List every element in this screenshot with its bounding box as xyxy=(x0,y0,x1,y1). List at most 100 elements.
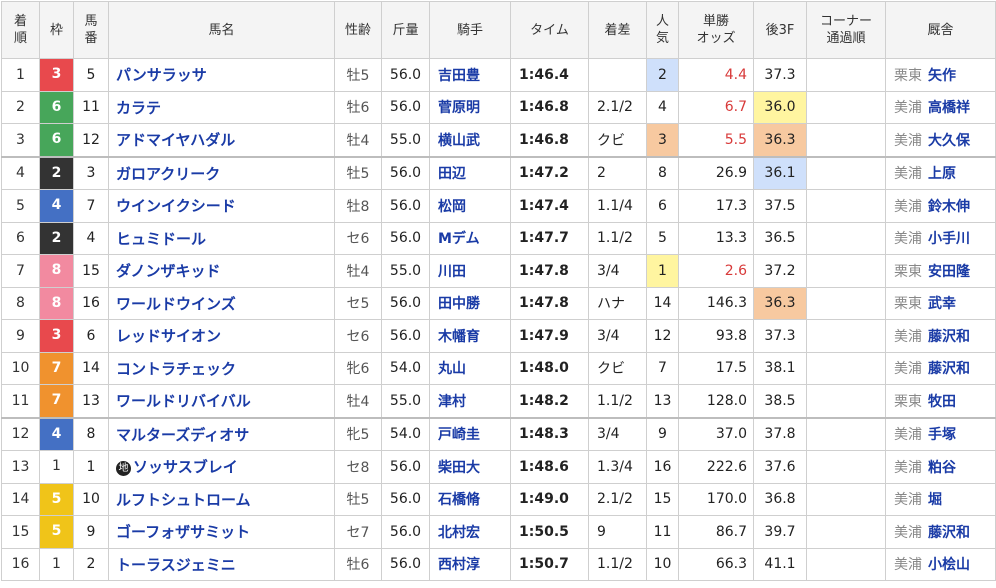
horse-name-cell: ヒュミドール xyxy=(108,221,335,255)
horse-name-link[interactable]: ワールドリバイバル xyxy=(116,392,251,410)
jockey-link[interactable]: 北村宏 xyxy=(438,525,480,541)
margin-cell: 1.1/2 xyxy=(588,221,647,255)
corner-order-cell xyxy=(806,90,886,124)
popularity-cell: 12 xyxy=(646,319,679,353)
header-corner[interactable]: コーナー 通過順 xyxy=(806,1,886,59)
trainer-link[interactable]: 矢作 xyxy=(928,68,956,84)
popularity-cell: 13 xyxy=(646,384,679,418)
horse-number-cell: 2 xyxy=(73,547,109,581)
stable-area: 美浦 xyxy=(894,459,922,476)
time-cell: 1:47.4 xyxy=(510,189,589,223)
trainer-link[interactable]: 大久保 xyxy=(928,133,970,149)
last-3f-cell: 37.8 xyxy=(753,416,807,451)
horse-name-link[interactable]: ゴーフォザサミット xyxy=(116,523,250,541)
table-row: 9 3 6 レッドサイオン セ6 56.0 木幡育 1:47.9 3/4 12 93.8 37.3 美浦… xyxy=(1,319,996,353)
horse-name-link[interactable]: ウインイクシード xyxy=(116,197,236,215)
jockey-link[interactable]: 石橋脩 xyxy=(438,492,480,508)
weight-cell: 56.0 xyxy=(381,450,430,484)
last-3f-cell: 37.5 xyxy=(753,189,807,223)
jockey-cell: Mデム xyxy=(429,221,511,255)
jockey-link[interactable]: 西村淳 xyxy=(438,557,480,573)
header-num[interactable]: 馬番 xyxy=(73,1,109,59)
jockey-link[interactable]: 菅原明 xyxy=(438,100,480,116)
trainer-link[interactable]: 粕谷 xyxy=(928,460,956,476)
jockey-cell: 川田 xyxy=(429,254,511,288)
margin-cell xyxy=(588,58,647,92)
header-sex-age[interactable]: 性齢 xyxy=(334,1,382,59)
jockey-link[interactable]: 横山武 xyxy=(438,133,480,149)
trainer-link[interactable]: 安田隆 xyxy=(928,264,970,280)
odds-cell: 66.3 xyxy=(678,547,754,581)
header-waku[interactable]: 枠 xyxy=(39,1,74,59)
jockey-cell: 田中勝 xyxy=(429,286,511,320)
trainer-link[interactable]: 武幸 xyxy=(928,296,956,312)
last-3f-cell: 38.5 xyxy=(753,384,807,418)
last-3f-cell: 36.5 xyxy=(753,221,807,255)
header-odds[interactable]: 単勝 オッズ xyxy=(678,1,754,59)
horse-name-link[interactable]: ヒュミドール xyxy=(116,230,206,248)
jockey-link[interactable]: 吉田豊 xyxy=(438,68,480,84)
horse-name-link[interactable]: レッドサイオン xyxy=(116,327,221,345)
trainer-link[interactable]: 小手川 xyxy=(928,231,970,247)
jockey-link[interactable]: 戸崎圭 xyxy=(438,427,480,443)
horse-name-link[interactable]: カラテ xyxy=(116,99,161,117)
trainer-link[interactable]: 藤沢和 xyxy=(928,361,970,377)
time-cell: 1:47.9 xyxy=(510,319,589,353)
trainer-link[interactable]: 牧田 xyxy=(928,394,956,410)
rank-cell: 4 xyxy=(1,155,40,190)
table-header: 着順 枠 馬番 馬名 性齢 斤量 騎手 タイム 着差 人気 単勝 オッズ 後3F … xyxy=(1,1,996,59)
rank-cell: 11 xyxy=(1,384,40,418)
jockey-link[interactable]: 木幡育 xyxy=(438,329,480,345)
trainer-link[interactable]: 上原 xyxy=(928,166,956,182)
horse-name-link[interactable]: ガロアクリーク xyxy=(116,165,220,183)
sex-age-cell: セ5 xyxy=(334,286,382,320)
horse-name-link[interactable]: ルフトシュトローム xyxy=(116,491,251,509)
odds-cell: 170.0 xyxy=(678,482,754,516)
stable-area: 栗東 xyxy=(894,263,922,280)
jockey-link[interactable]: 津村 xyxy=(438,394,466,410)
trainer-link[interactable]: 高橋祥 xyxy=(928,100,970,116)
trainer-cell: 美浦 藤沢和 xyxy=(885,351,996,385)
horse-name-link[interactable]: パンサラッサ xyxy=(116,66,207,84)
jockey-link[interactable]: 田中勝 xyxy=(438,296,480,312)
horse-name-link[interactable]: アドマイヤハダル xyxy=(116,131,235,149)
horse-name-link[interactable]: トーラスジェミニ xyxy=(116,556,236,574)
header-margin[interactable]: 着差 xyxy=(588,1,647,59)
header-time[interactable]: タイム xyxy=(510,1,589,59)
jockey-link[interactable]: Mデム xyxy=(438,231,480,247)
popularity-cell: 5 xyxy=(646,221,679,255)
horse-name-link[interactable]: マルターズディオサ xyxy=(116,426,249,444)
horse-name-link[interactable]: ダノンザキッド xyxy=(116,262,221,280)
weight-cell: 56.0 xyxy=(381,547,430,581)
header-l3f[interactable]: 後3F xyxy=(753,1,807,59)
header-pop[interactable]: 人気 xyxy=(646,1,679,59)
horse-name-link[interactable]: ソッサスブレイ xyxy=(133,458,238,476)
jockey-link[interactable]: 丸山 xyxy=(438,361,466,377)
trainer-link[interactable]: 小桧山 xyxy=(928,557,970,573)
jockey-link[interactable]: 川田 xyxy=(438,264,466,280)
margin-cell: ハナ xyxy=(588,286,647,320)
rank-cell: 13 xyxy=(1,450,40,484)
horse-name-link[interactable]: コントラチェック xyxy=(116,360,236,378)
jockey-link[interactable]: 田辺 xyxy=(438,166,466,182)
trainer-cell: 美浦 藤沢和 xyxy=(885,319,996,353)
horse-name-link[interactable]: ワールドウインズ xyxy=(116,295,236,313)
header-trainer[interactable]: 厩舎 xyxy=(885,1,996,59)
trainer-link[interactable]: 手塚 xyxy=(928,427,956,443)
header-rank[interactable]: 着順 xyxy=(1,1,40,59)
trainer-link[interactable]: 鈴木伸 xyxy=(928,199,970,215)
sex-age-cell: セ6 xyxy=(334,319,382,353)
sex-age-cell: 牡4 xyxy=(334,384,382,418)
jockey-link[interactable]: 松岡 xyxy=(438,199,466,215)
odds-cell: 17.3 xyxy=(678,189,754,223)
horse-number-cell: 7 xyxy=(73,189,109,223)
trainer-link[interactable]: 藤沢和 xyxy=(928,329,970,345)
jockey-link[interactable]: 柴田大 xyxy=(438,460,480,476)
header-name[interactable]: 馬名 xyxy=(108,1,335,59)
header-jockey[interactable]: 騎手 xyxy=(429,1,511,59)
trainer-link[interactable]: 藤沢和 xyxy=(928,525,970,541)
trainer-link[interactable]: 堀 xyxy=(928,492,942,508)
margin-cell: 2.1/2 xyxy=(588,482,647,516)
header-weight[interactable]: 斤量 xyxy=(381,1,430,59)
odds-cell: 146.3 xyxy=(678,286,754,320)
